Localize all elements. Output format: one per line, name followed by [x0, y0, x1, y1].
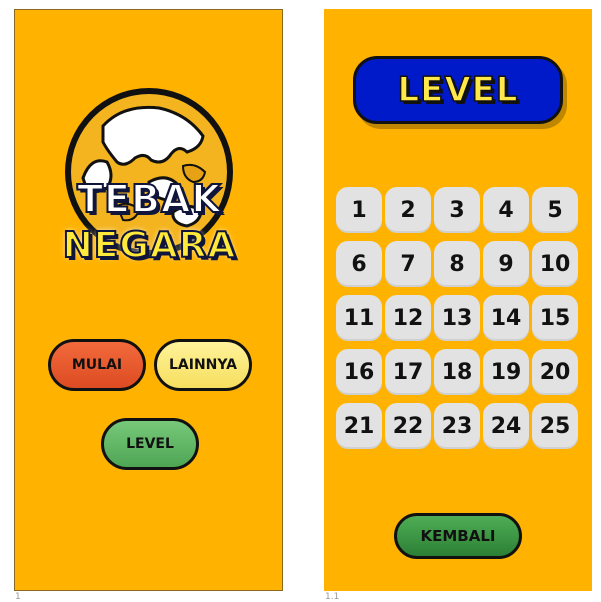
level-cell-15[interactable]: 15: [532, 295, 578, 341]
level-cell-11[interactable]: 11: [336, 295, 382, 341]
kembali-button[interactable]: KEMBALI: [394, 513, 522, 559]
level-cell-6[interactable]: 6: [336, 241, 382, 287]
level-title: LEVEL: [397, 69, 519, 111]
logo-title-line1: TEBAK: [76, 176, 222, 222]
lainnya-button[interactable]: LAINNYA: [154, 339, 252, 391]
logo-title-line2: NEGARA: [62, 224, 237, 267]
level-select-screen: LEVEL 1 2 3 4 5 6 7 8 9 10 11 12 13 14 1…: [324, 9, 592, 591]
level-grid: 1 2 3 4 5 6 7 8 9 10 11 12 13 14 15 16 1…: [336, 187, 580, 454]
level-cell-7[interactable]: 7: [385, 241, 431, 287]
level-cell-17[interactable]: 17: [385, 349, 431, 395]
main-menu-screen: TEBAK NEGARA MULAI LAINNYA LEVEL: [14, 9, 283, 591]
level-cell-8[interactable]: 8: [434, 241, 480, 287]
level-cell-14[interactable]: 14: [483, 295, 529, 341]
level-cell-13[interactable]: 13: [434, 295, 480, 341]
level-button[interactable]: LEVEL: [101, 418, 199, 470]
level-cell-2[interactable]: 2: [385, 187, 431, 233]
level-cell-24[interactable]: 24: [483, 403, 529, 449]
level-cell-19[interactable]: 19: [483, 349, 529, 395]
level-cell-5[interactable]: 5: [532, 187, 578, 233]
level-cell-10[interactable]: 10: [532, 241, 578, 287]
level-cell-16[interactable]: 16: [336, 349, 382, 395]
level-cell-21[interactable]: 21: [336, 403, 382, 449]
mulai-button[interactable]: MULAI: [48, 339, 146, 391]
level-cell-23[interactable]: 23: [434, 403, 480, 449]
level-cell-22[interactable]: 22: [385, 403, 431, 449]
level-cell-18[interactable]: 18: [434, 349, 480, 395]
level-title-banner: LEVEL: [353, 56, 563, 124]
level-cell-9[interactable]: 9: [483, 241, 529, 287]
level-cell-25[interactable]: 25: [532, 403, 578, 449]
level-cell-3[interactable]: 3: [434, 187, 480, 233]
level-cell-12[interactable]: 12: [385, 295, 431, 341]
level-cell-1[interactable]: 1: [336, 187, 382, 233]
level-cell-4[interactable]: 4: [483, 187, 529, 233]
level-cell-20[interactable]: 20: [532, 349, 578, 395]
